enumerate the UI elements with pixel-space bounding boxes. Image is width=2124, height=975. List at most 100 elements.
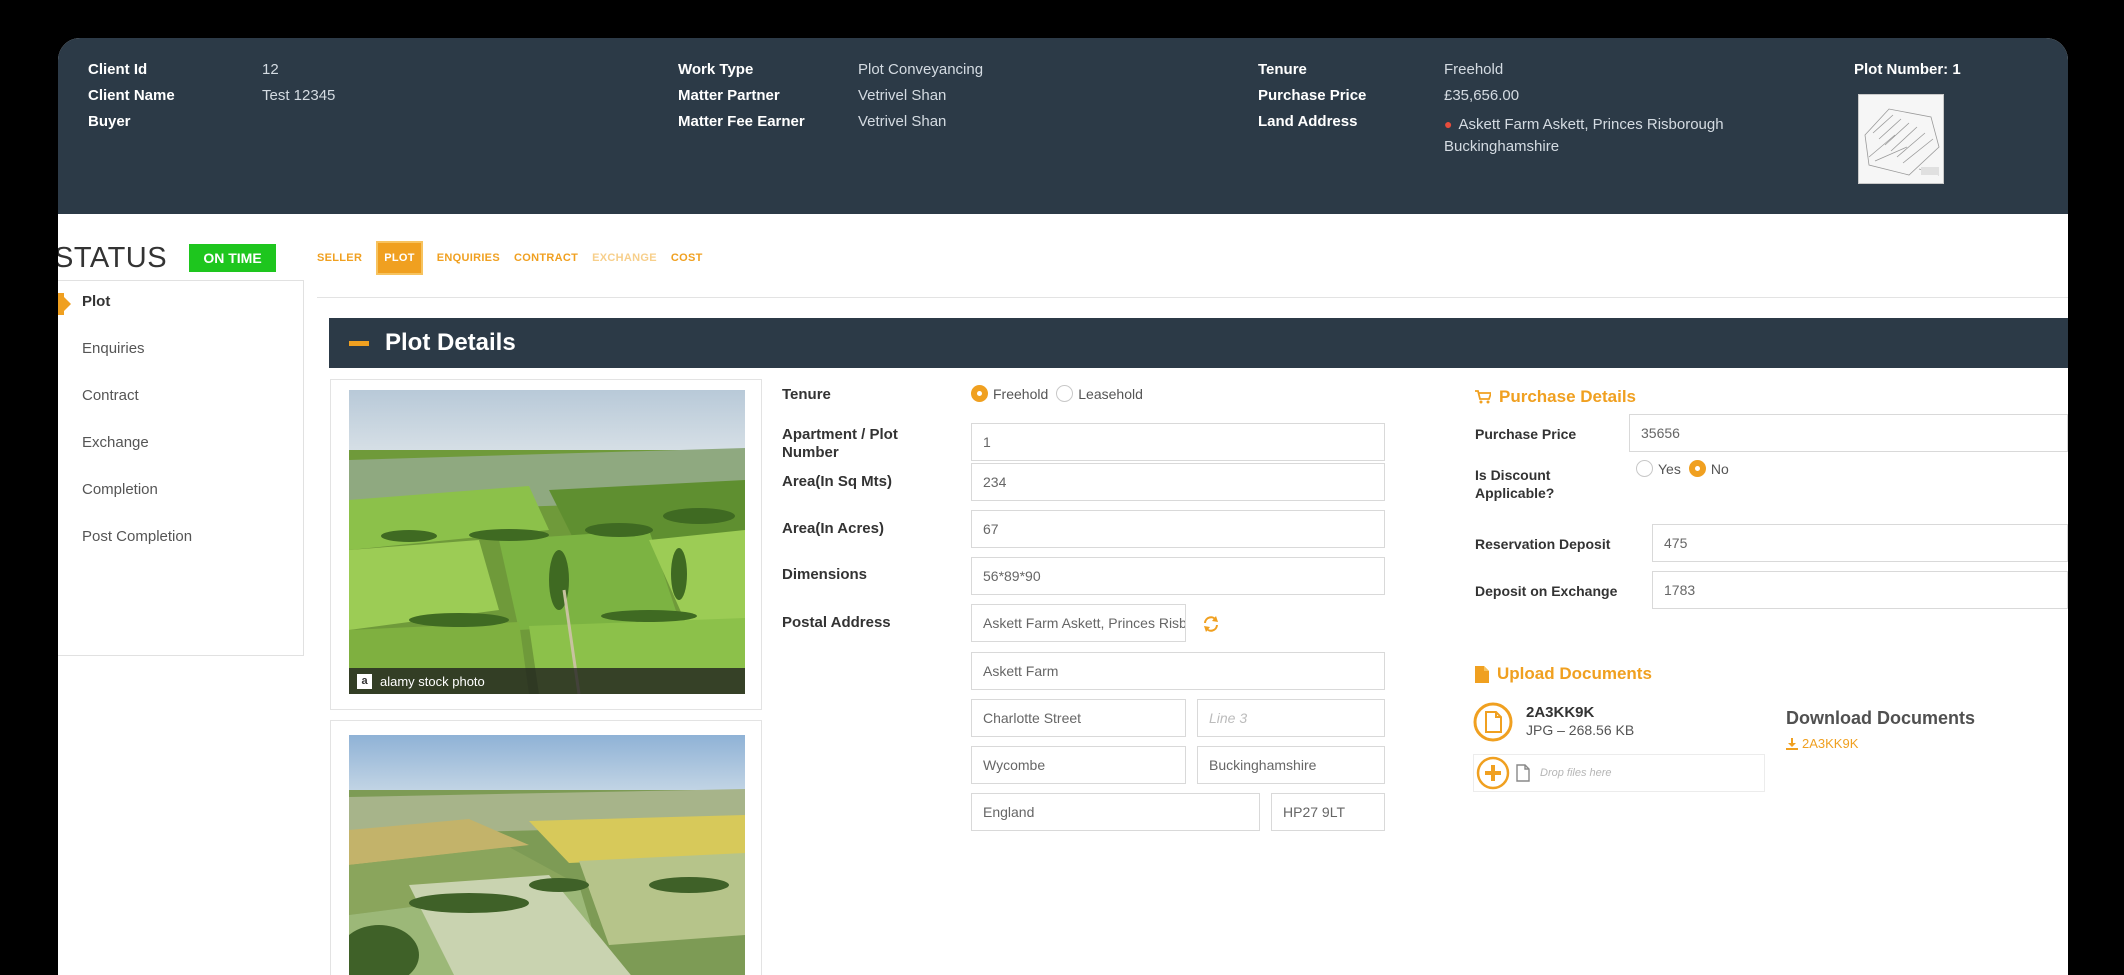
matter-partner-label: Matter Partner <box>678 87 780 104</box>
tenure-field-label: Tenure <box>782 386 831 403</box>
status-label: STATUS <box>58 242 168 274</box>
matter-fee-earner-label: Matter Fee Earner <box>678 113 805 130</box>
tab-enquiries[interactable]: ENQUIRIES <box>437 252 500 264</box>
dimensions-input[interactable]: 56*89*90 <box>971 557 1385 595</box>
exchange-deposit-label: Deposit on Exchange <box>1475 583 1618 599</box>
area-sqm-input[interactable]: 234 <box>971 463 1385 501</box>
work-type-label: Work Type <box>678 61 754 78</box>
area-acres-label: Area(In Acres) <box>782 520 884 537</box>
land-address-value: ● Askett Farm Askett, Princes Risborough … <box>1444 113 1724 158</box>
plot-number: Plot Number: 1 <box>1854 61 1961 78</box>
area-acres-input[interactable]: 67 <box>971 510 1385 548</box>
tab-exchange[interactable]: EXCHANGE <box>592 252 657 264</box>
tab-plot[interactable]: PLOT <box>376 241 423 275</box>
drop-file-icon <box>1516 764 1530 782</box>
property-info: Tenure Freehold Purchase Price £35,656.00 … <box>1258 61 1724 155</box>
download-icon <box>1786 737 1798 750</box>
purchase-price-input[interactable]: 35656 <box>1629 414 2068 452</box>
app-window: Client Id 12 Client Name Test 12345 Buyer … <box>58 38 2068 975</box>
town-input[interactable]: Wycombe <box>971 746 1186 784</box>
matter-fee-earner-value: Vetrivel Shan <box>858 113 947 130</box>
file-icon <box>1473 702 1513 742</box>
matter-info: Work Type Plot Conveyancing Matter Partne… <box>678 61 983 139</box>
aerial-landscape-image <box>349 390 745 694</box>
client-id-value: 12 <box>262 61 279 78</box>
plot-photo[interactable]: a alamy stock photo <box>349 390 745 694</box>
country-input[interactable]: England <box>971 793 1260 831</box>
purchase-price-label: Purchase Price <box>1258 87 1367 104</box>
matter-header: Client Id 12 Client Name Test 12345 Buyer … <box>58 38 2068 214</box>
discount-yes-label: Yes <box>1658 460 1681 477</box>
reservation-deposit-label: Reservation Deposit <box>1475 536 1611 552</box>
matter-partner-value: Vetrivel Shan <box>858 87 947 104</box>
postcode-input[interactable]: HP27 9LT <box>1271 793 1385 831</box>
workflow-tabs: SELLER PLOT ENQUIRIES CONTRACT EXCHANGE … <box>317 240 717 276</box>
uploaded-file-name[interactable]: 2A3KK9K <box>1526 704 1594 721</box>
section-title: Plot Details <box>385 329 516 356</box>
sidenav-item-post-completion[interactable]: Post Completion <box>82 528 192 545</box>
purchase-price-field-label: Purchase Price <box>1475 426 1577 442</box>
land-address-label: Land Address <box>1258 113 1358 130</box>
tenure-value: Freehold <box>1444 61 1504 78</box>
leasehold-option-label: Leasehold <box>1078 385 1143 402</box>
sidenav-item-enquiries[interactable]: Enquiries <box>82 340 145 357</box>
dimensions-label: Dimensions <box>782 566 868 583</box>
tab-cost[interactable]: COST <box>671 252 703 264</box>
address-line4-input[interactable]: Line 3 <box>1197 699 1385 737</box>
address-line3-input[interactable]: Charlotte Street <box>971 699 1186 737</box>
plot-details-header[interactable]: Plot Details <box>329 318 2068 368</box>
buyer-label: Buyer <box>88 113 131 130</box>
leasehold-radio[interactable] <box>1056 385 1074 402</box>
county-input[interactable]: Buckinghamshire <box>1197 746 1385 784</box>
refresh-icon[interactable] <box>1201 614 1221 634</box>
plot-plan-image <box>1859 95 1943 183</box>
tabs-divider <box>317 297 2068 298</box>
upload-documents-title: Upload Documents <box>1497 664 1652 683</box>
plot-number-label: Apartment / Plot Number <box>782 426 898 461</box>
reservation-deposit-input[interactable]: 475 <box>1652 524 2068 562</box>
download-documents-title: Download Documents <box>1786 708 1976 728</box>
discount-label: Is Discount Applicable? <box>1475 467 1555 501</box>
sidenav-item-contract[interactable]: Contract <box>82 387 139 404</box>
status-badge: ON TIME <box>189 244 276 272</box>
client-name-value: Test 12345 <box>262 87 336 104</box>
plot-plan-thumbnail[interactable] <box>1858 94 1944 184</box>
file-drop-zone[interactable]: Drop files here <box>1473 754 1765 792</box>
plot-photo-card: a alamy stock photo <box>330 379 762 710</box>
discount-yes-radio[interactable] <box>1636 460 1653 477</box>
work-type-value: Plot Conveyancing <box>858 61 984 78</box>
tab-contract[interactable]: CONTRACT <box>514 252 578 264</box>
watermark-logo: a <box>357 673 372 689</box>
tenure-label: Tenure <box>1258 61 1307 78</box>
upload-documents-heading: Upload Documents <box>1475 664 1652 684</box>
exchange-deposit-input[interactable]: 1783 <box>1652 571 2068 609</box>
sidenav-item-completion[interactable]: Completion <box>82 481 158 498</box>
address-line1-input[interactable]: Askett Farm Askett, Princes Risborough <box>971 604 1186 642</box>
land-address-line2: Buckinghamshire <box>1444 138 1560 155</box>
active-marker-icon <box>58 293 71 315</box>
discount-no-radio[interactable] <box>1688 460 1706 477</box>
address-line2-input[interactable]: Askett Farm <box>971 652 1385 690</box>
client-info: Client Id 12 Client Name Test 12345 Buyer <box>88 61 335 139</box>
plot-photo[interactable] <box>349 735 745 975</box>
sidenav-item-exchange[interactable]: Exchange <box>82 434 149 451</box>
cart-icon <box>1475 390 1491 404</box>
drop-files-text: Drop files here <box>1540 767 1612 779</box>
area-sqm-label: Area(In Sq Mts) <box>782 473 893 490</box>
freehold-option-label: Freehold <box>993 385 1049 402</box>
plot-number-input[interactable]: 1 <box>971 423 1385 461</box>
download-file-link[interactable]: 2A3KK9K <box>1786 736 1858 751</box>
tenure-radio-group: Freehold Leasehold <box>971 385 1151 402</box>
document-icon <box>1475 665 1489 683</box>
purchase-price-value: £35,656.00 <box>1444 87 1520 104</box>
freehold-radio[interactable] <box>971 385 988 402</box>
map-pin-icon: ● <box>1444 116 1453 132</box>
add-file-icon[interactable] <box>1476 756 1510 790</box>
sidenav-item-plot[interactable]: Plot <box>82 293 110 310</box>
plot-photo-card <box>330 720 762 975</box>
section-sidenav: Plot Enquiries Contract Exchange Complet… <box>58 280 304 656</box>
discount-no-label: No <box>1710 460 1729 477</box>
discount-radio-group: Yes No <box>1636 460 1737 477</box>
tab-seller[interactable]: SELLER <box>317 252 362 264</box>
collapse-icon[interactable] <box>349 340 369 346</box>
